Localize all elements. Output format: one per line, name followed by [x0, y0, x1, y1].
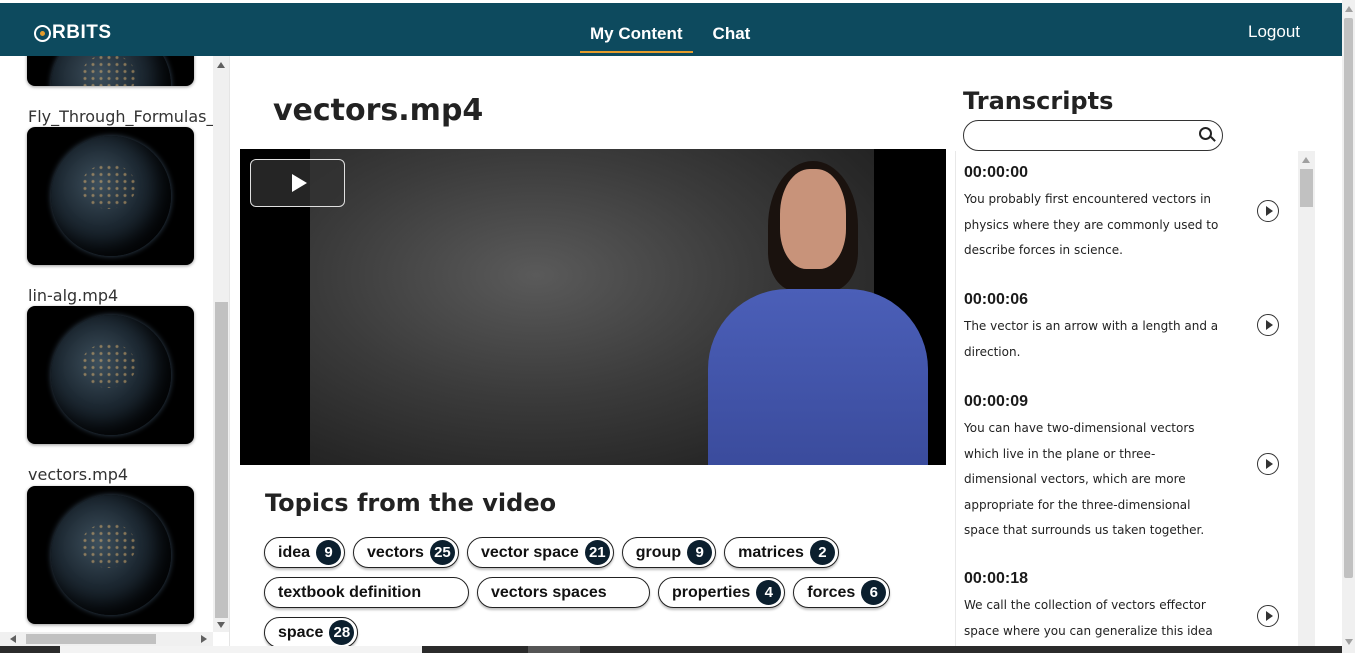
transcript-text: The vector is an arrow with a length and… — [964, 319, 1219, 359]
main-nav: My Content Chat — [580, 18, 760, 53]
nav-my-content[interactable]: My Content — [580, 18, 693, 53]
topic-chip[interactable]: vectors spaces — [477, 577, 650, 608]
top-navbar: RBITS My Content Chat Logout — [0, 3, 1342, 56]
earth-image — [50, 495, 171, 615]
video-frame — [310, 149, 928, 465]
transcript-scrollbar[interactable] — [1298, 151, 1315, 647]
scroll-down-icon[interactable] — [1345, 639, 1353, 645]
scroll-up-icon[interactable] — [1345, 6, 1353, 12]
transcript-scroll-thumb[interactable] — [1300, 169, 1313, 207]
transcript-search-input[interactable] — [976, 121, 1196, 148]
search-icon[interactable] — [1199, 127, 1212, 140]
transcripts-heading: Transcripts — [963, 87, 1114, 115]
brand-logo[interactable]: RBITS — [34, 22, 112, 44]
topic-count-badge: 21 — [584, 540, 610, 565]
video-player[interactable] — [240, 149, 946, 465]
transcript-timestamp: 00:00:06 — [964, 291, 1029, 308]
topic-chip[interactable]: space 28 — [264, 617, 359, 648]
topic-chip[interactable]: idea 9 — [264, 537, 346, 568]
scroll-right-icon[interactable] — [201, 635, 207, 643]
scroll-up-icon[interactable] — [1302, 157, 1310, 163]
brand-text: RBITS — [52, 22, 112, 43]
video-list-item-label[interactable]: lin-alg.mp4 — [28, 286, 216, 305]
topics-heading: Topics from the video — [265, 489, 557, 517]
topic-count-badge: 28 — [329, 620, 355, 645]
topic-chip[interactable]: forces 6 — [793, 577, 891, 608]
play-circle-icon[interactable] — [1257, 453, 1279, 475]
transcript-entry: 00:00:18 We call the collection of vecto… — [964, 570, 1249, 647]
transcript-entry: 00:00:06 The vector is an arrow with a l… — [964, 291, 1249, 365]
topic-chip[interactable]: properties 4 — [658, 577, 786, 608]
video-thumbnail[interactable] — [27, 56, 194, 86]
video-thumbnail[interactable] — [27, 486, 194, 624]
sidebar-hscroll-thumb[interactable] — [26, 634, 156, 644]
transcript-list: 00:00:00 You probably first encountered … — [955, 151, 1315, 647]
scroll-down-icon[interactable] — [217, 622, 225, 628]
page-scrollbar[interactable] — [1342, 0, 1355, 653]
transcript-search — [963, 120, 1223, 151]
transcript-entry: 00:00:00 You probably first encountered … — [964, 164, 1249, 264]
scroll-up-icon[interactable] — [217, 62, 225, 68]
sidebar-vertical-scrollbar[interactable] — [213, 56, 229, 632]
transcript-text: You can have two-dimensional vectors whi… — [964, 421, 1205, 537]
logout-button[interactable]: Logout — [1248, 22, 1300, 42]
transcript-text: We call the collection of vectors effect… — [964, 598, 1213, 638]
topic-chip[interactable]: matrices 2 — [724, 537, 839, 568]
video-list-item-label[interactable]: vectors.mp4 — [28, 465, 216, 484]
presenter-shirt — [708, 289, 928, 465]
sidebar-horizontal-scrollbar[interactable] — [0, 632, 213, 646]
video-list-sidebar: Fly_Through_Formulas_Bl lin-alg.mp4 vect… — [0, 56, 230, 646]
earth-image — [50, 136, 171, 256]
taskbar-edge — [0, 646, 1342, 653]
play-circle-icon[interactable] — [1257, 200, 1279, 222]
play-button[interactable] — [250, 159, 345, 207]
topic-count-badge: 25 — [429, 540, 455, 565]
topic-chip[interactable]: vector space 21 — [466, 537, 614, 568]
earth-image — [50, 56, 171, 86]
topic-count-badge: 6 — [861, 580, 887, 605]
scroll-left-icon[interactable] — [10, 635, 16, 643]
video-thumbnail[interactable] — [27, 127, 194, 265]
play-circle-icon[interactable] — [1257, 314, 1279, 336]
topics-row: space 28 — [264, 617, 359, 648]
topic-count-badge: 2 — [809, 540, 835, 565]
topic-count-badge: 9 — [316, 540, 342, 565]
earth-image — [50, 315, 171, 435]
topic-count-badge: 4 — [756, 580, 782, 605]
nav-chat[interactable]: Chat — [703, 18, 761, 53]
transcript-timestamp: 00:00:09 — [964, 393, 1029, 410]
topic-chip[interactable]: textbook definition — [264, 577, 469, 608]
orbit-icon — [34, 24, 51, 42]
video-thumbnail[interactable] — [27, 306, 194, 444]
topic-chip[interactable]: vectors 25 — [353, 537, 459, 568]
video-list-item-label[interactable]: Fly_Through_Formulas_Bl — [28, 107, 216, 126]
topics-row: idea 9 vectors 25 vector space 21 group 9 ma… — [264, 537, 839, 568]
taskbar-segment — [528, 646, 580, 653]
transcript-timestamp: 00:00:18 — [964, 570, 1029, 587]
sidebar-scroll-thumb[interactable] — [215, 302, 228, 618]
transcript-timestamp: 00:00:00 — [964, 164, 1029, 181]
topic-count-badge: 9 — [687, 540, 713, 565]
taskbar-segment — [60, 646, 422, 653]
topics-row: textbook definition vectors spaces prope… — [264, 577, 891, 608]
topic-chip[interactable]: group 9 — [621, 537, 717, 568]
play-circle-icon[interactable] — [1257, 605, 1279, 627]
presenter-face — [780, 169, 846, 269]
transcript-text: You probably first encountered vectors i… — [964, 192, 1219, 257]
page-scroll-thumb[interactable] — [1344, 18, 1353, 578]
video-title: vectors.mp4 — [273, 93, 484, 128]
transcript-entry: 00:00:09 You can have two-dimensional ve… — [964, 393, 1249, 544]
